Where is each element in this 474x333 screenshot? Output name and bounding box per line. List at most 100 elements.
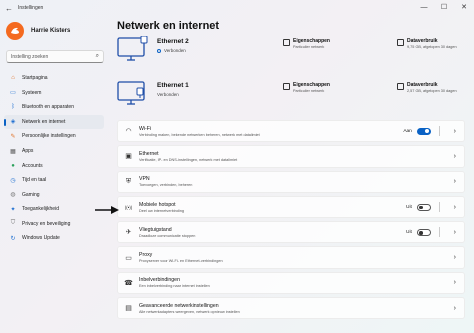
- sidebar-item-label: Toegankelijkheid: [22, 206, 59, 213]
- update-icon: ↻: [10, 235, 16, 242]
- toggle-switch[interactable]: [416, 203, 431, 211]
- toggle-group: Aan: [403, 126, 445, 137]
- sidebar-item-bluetooth-en-apparaten[interactable]: ᛒ Bluetooth en apparaten: [4, 100, 104, 115]
- toggle-switch[interactable]: [416, 127, 431, 135]
- title-bar: ← Instellingen — ☐ ✕: [0, 0, 474, 16]
- sidebar-item-netwerk-en-internet[interactable]: ◈ Netwerk en internet: [4, 114, 104, 130]
- chevron-right-icon[interactable]: ›: [454, 128, 456, 135]
- toggle-group: Uit: [405, 227, 446, 238]
- sidebar-item-label: Tijd en taal: [22, 177, 47, 184]
- sidebar-item-windows-update[interactable]: ↻ Windows Update: [4, 231, 104, 246]
- sidebar-item-apps[interactable]: ▦ Apps: [4, 144, 104, 159]
- chevron-right-icon[interactable]: ›: [454, 305, 456, 312]
- sidebar-item-label: Bluetooth en apparaten: [22, 104, 74, 111]
- sidebar-item-accounts[interactable]: ● Accounts: [4, 158, 104, 173]
- sidebar-item-label: Startpagina: [22, 75, 48, 82]
- airplane-icon: ✈: [125, 229, 132, 237]
- card-subtitle: Een inbelverbinding naar internet instel…: [139, 284, 210, 289]
- network-icon: ◈: [10, 119, 16, 126]
- properties-link[interactable]: Eigenschappen Particulier netwerk: [283, 82, 391, 100]
- chevron-right-icon[interactable]: ›: [454, 204, 456, 211]
- setting-card-wi-fi[interactable]: ◠ Wi-Fi Verbinding maken, bekende netwer…: [117, 120, 465, 143]
- sidebar-item-label: Netwerk en internet: [22, 118, 66, 125]
- toggle-knob: [419, 205, 423, 210]
- dialup-icon: ☎: [124, 279, 133, 287]
- status-text: Verbonden: [157, 92, 179, 97]
- sidebar-item-gaming[interactable]: ◍ Gaming: [4, 187, 104, 202]
- card-text: Vliegtuigstand Draadloze communicatie st…: [139, 227, 406, 238]
- sidebar-nav: ⌂ Startpagina ▭ Systeem ᛒ Bluetooth en appara…: [4, 71, 104, 246]
- setting-card-vliegtuigstand[interactable]: ✈ Vliegtuigstand Draadloze communicatie …: [117, 221, 465, 244]
- card-title: Geavanceerde netwerkinstellingen: [139, 302, 219, 309]
- chevron-right-icon[interactable]: ›: [454, 178, 456, 185]
- sidebar-item-startpagina[interactable]: ⌂ Startpagina: [4, 71, 104, 86]
- back-arrow-icon[interactable]: ←: [0, 0, 18, 16]
- search-box[interactable]: Instelling zoeken ⌕: [6, 50, 104, 63]
- setting-card-geavanceerde-netwerkinstellingen[interactable]: ▤ Geavanceerde netwerkinstellingen Alle …: [117, 297, 465, 320]
- toggle-switch[interactable]: [416, 228, 431, 236]
- card-text: Mobiele hotspot Deel uw internetverbindi…: [139, 202, 406, 213]
- status-text: Verbonden: [164, 48, 186, 53]
- card-text: Inbelverbindingen Een inbelverbinding na…: [139, 277, 454, 288]
- home-icon: ⌂: [11, 75, 15, 82]
- chevron-right-icon[interactable]: ›: [454, 153, 456, 160]
- proxy-icon: ▭: [125, 254, 132, 262]
- search-input[interactable]: Instelling zoeken: [11, 54, 96, 60]
- properties-title: Eigenschappen: [293, 82, 330, 88]
- ethernet-icon: ▣: [125, 153, 132, 161]
- card-subtitle: Verificatie, IP- en DNS-instellingen, ne…: [139, 157, 238, 162]
- setting-card-proxy[interactable]: ▭ Proxy Proxyserver voor Wi-Fi- en Ether…: [117, 246, 465, 269]
- data-usage-sub: 2,57 GB, afgelopen 30 dagen: [407, 89, 457, 93]
- setting-card-vpn[interactable]: ⛨ VPN Toevoegen, verbinden, beheren ›: [117, 170, 465, 193]
- properties-link[interactable]: Eigenschappen Particulier netwerk: [283, 38, 391, 56]
- ethernet-block: Ethernet 1 Verbonden Eigenschappen Parti…: [117, 80, 465, 120]
- settings-cards: ◠ Wi-Fi Verbinding maken, bekende netwer…: [117, 120, 465, 322]
- sidebar-item-persoonlijke-instellingen[interactable]: ✎ Persoonlijke instellingen: [4, 129, 104, 144]
- card-subtitle: Proxyserver voor Wi-Fi- en Ethernet-verb…: [139, 259, 223, 264]
- setting-card-ethernet[interactable]: ▣ Ethernet Verificatie, IP- en DNS-inste…: [117, 145, 465, 168]
- card-subtitle: Draadloze communicatie stoppen: [139, 233, 196, 238]
- bluetooth-icon: ᛒ: [11, 104, 15, 111]
- chevron-right-icon[interactable]: ›: [454, 254, 456, 261]
- ethernet-status: Verbonden: [157, 48, 186, 53]
- data-usage-icon: [397, 83, 404, 90]
- chevron-right-icon[interactable]: ›: [454, 229, 456, 236]
- card-subtitle: Alle netwerkadapters weergeven, netwerk …: [139, 309, 240, 314]
- setting-card-inbelverbindingen[interactable]: ☎ Inbelverbindingen Een inbelverbinding …: [117, 271, 465, 295]
- card-title: Wi-Fi: [139, 125, 152, 132]
- status-icon: [157, 48, 161, 53]
- sidebar-item-privacy-en-beveiliging[interactable]: ⛉ Privacy en beveiliging: [4, 216, 104, 231]
- divider: [438, 126, 440, 137]
- shield-icon: ⛉: [10, 220, 16, 227]
- bird-logo-icon: [11, 27, 19, 34]
- setting-card-mobiele-hotspot[interactable]: ((•)) Mobiele hotspot Deel uw internetve…: [117, 195, 465, 219]
- data-usage-link[interactable]: Dataverbruik 2,57 GB, afgelopen 30 dagen: [397, 82, 467, 100]
- apps-icon: ▦: [10, 148, 16, 155]
- card-subtitle: Verbinding maken, bekende netwerken behe…: [139, 132, 260, 137]
- hotspot-icon: ((•)): [124, 204, 133, 210]
- gamepad-icon: ◍: [10, 192, 16, 199]
- user-name: Harrie Kisters: [31, 28, 71, 34]
- sidebar-item-toegankelijkheid[interactable]: ✦ Toegankelijkheid: [4, 202, 104, 217]
- maximize-icon[interactable]: ☐: [434, 0, 454, 14]
- sidebar-item-systeem[interactable]: ▭ Systeem: [4, 86, 104, 101]
- data-usage-title: Dataverbruik: [407, 82, 438, 88]
- card-text: Proxy Proxyserver voor Wi-Fi- en Etherne…: [139, 252, 454, 263]
- properties-icon: [283, 39, 290, 46]
- avatar: [6, 22, 24, 40]
- close-icon[interactable]: ✕: [454, 0, 474, 14]
- chevron-right-icon[interactable]: ›: [454, 279, 456, 286]
- accessibility-icon: ✦: [10, 206, 16, 213]
- data-usage-sub: 9,75 GB, afgelopen 30 dagen: [407, 45, 457, 49]
- toggle-label: Uit: [405, 229, 412, 235]
- user-profile[interactable]: Harrie Kisters: [6, 22, 70, 40]
- sidebar-item-tijd-en-taal[interactable]: ◷ Tijd en taal: [4, 173, 104, 188]
- account-icon: ●: [11, 162, 15, 169]
- search-icon[interactable]: ⌕: [96, 53, 99, 60]
- ethernet-computer-icon: [117, 81, 145, 105]
- data-usage-link[interactable]: Dataverbruik 9,75 GB, afgelopen 30 dagen: [397, 38, 467, 56]
- card-text: Ethernet Verificatie, IP- en DNS-instell…: [139, 151, 454, 162]
- sidebar-item-label: Gaming: [22, 191, 40, 198]
- card-title: Proxy: [139, 252, 153, 259]
- minimize-icon[interactable]: —: [414, 0, 434, 14]
